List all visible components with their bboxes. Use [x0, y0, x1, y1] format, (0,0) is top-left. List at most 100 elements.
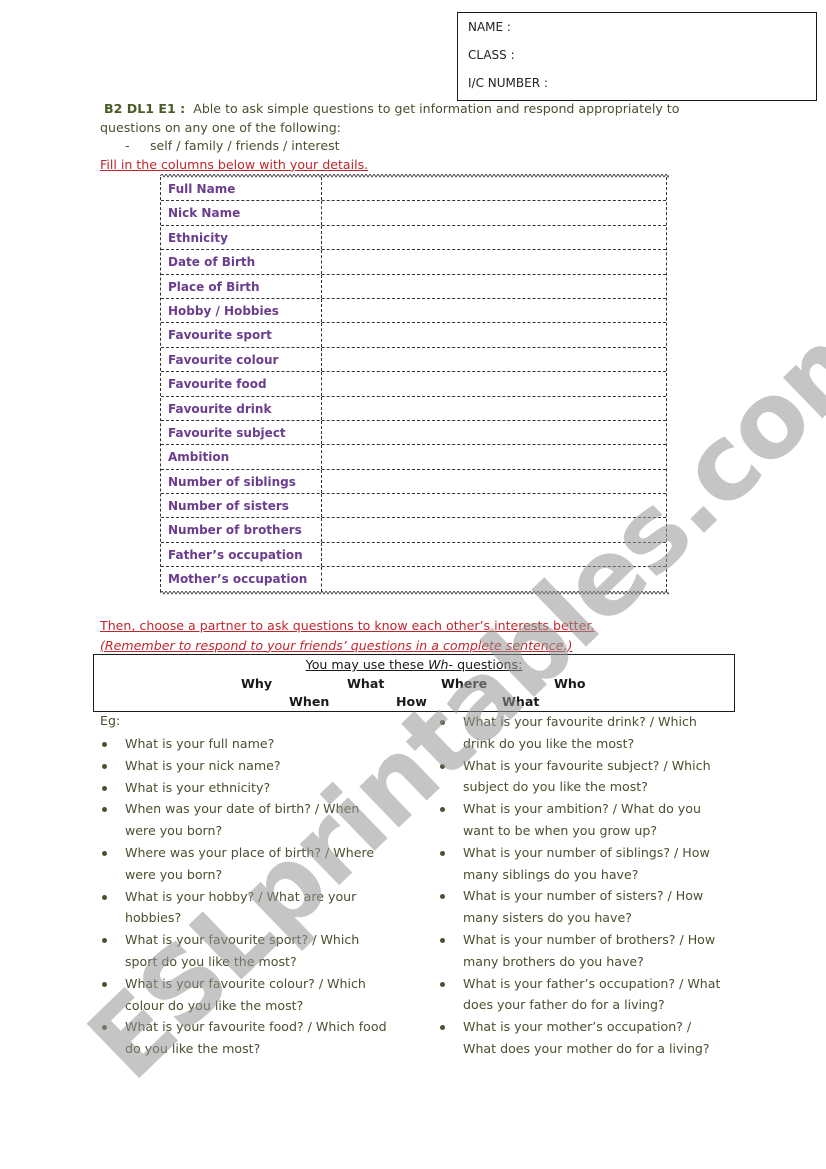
objective-text: B2 DL1 E1 : Able to ask simple questions… [100, 100, 730, 137]
details-row: Ethnicity [161, 225, 666, 251]
bullet-icon [102, 742, 107, 747]
class-field[interactable]: CLASS : [468, 47, 806, 75]
details-row: Father’s occupation [161, 542, 666, 568]
ic-number-label: I/C NUMBER : [468, 76, 548, 90]
wh-word-who: Who [554, 676, 586, 691]
bullet-icon [440, 981, 445, 987]
details-row: Ambition [161, 445, 666, 470]
details-row-input[interactable] [322, 470, 666, 493]
ic-number-field[interactable]: I/C NUMBER : [468, 75, 806, 103]
details-row-input[interactable] [322, 275, 666, 298]
example-question: What is your full name? [100, 733, 390, 755]
details-row-input[interactable] [322, 421, 666, 444]
details-row-input[interactable] [322, 494, 666, 517]
bullet-icon [440, 894, 445, 900]
example-label: Eg: [100, 713, 121, 728]
details-row-label: Hobby / Hobbies [161, 298, 322, 323]
bullet-icon [102, 1025, 107, 1031]
example-question: When was your date of birth? / When were… [100, 798, 390, 842]
partner-instructions: Then, choose a partner to ask questions … [100, 616, 594, 655]
details-row: Hobby / Hobbies [161, 298, 666, 324]
example-question: What is your hobby? / What are your hobb… [100, 886, 390, 930]
example-question: What is your nick name? [100, 755, 390, 777]
details-row-input[interactable] [322, 567, 666, 591]
example-question: What is your father’s occupation? / What… [438, 973, 728, 1017]
details-row: Favourite sport [161, 323, 666, 348]
example-question: What is your ethnicity? [100, 777, 390, 799]
details-row: Favourite colour [161, 347, 666, 373]
example-question-text: What is your favourite drink? / Which dr… [463, 714, 697, 751]
wh-word-why: Why [241, 676, 273, 691]
bullet-icon [102, 894, 107, 900]
details-row: Place of Birth [161, 274, 666, 299]
name-field[interactable]: NAME : [468, 19, 806, 47]
example-question: What is your favourite sport? / Which sp… [100, 929, 390, 973]
details-row-input[interactable] [322, 177, 666, 200]
details-row-input[interactable] [322, 543, 666, 566]
details-table: Full Name Nick Name Ethnicity Date of Birth… [160, 174, 669, 595]
details-row-input[interactable] [322, 201, 666, 224]
details-row-input[interactable] [322, 226, 666, 249]
wavy-border-top [160, 174, 669, 178]
bullet-icon [102, 850, 107, 856]
bullet-icon [440, 763, 445, 769]
details-row-label: Nick Name [161, 201, 322, 225]
details-row: Favourite food [161, 372, 666, 397]
details-row-label: Favourite sport [161, 323, 322, 347]
example-questions-left: What is your full name? What is your nick… [100, 733, 390, 1060]
example-question: What is your ambition? / What do you wan… [438, 798, 728, 842]
details-row-label: Favourite food [161, 372, 322, 396]
example-question-text: What is your favourite food? / Which foo… [125, 1019, 387, 1057]
bullet-icon [440, 720, 445, 725]
details-row-label: Date of Birth [161, 250, 322, 274]
objective-description: Able to ask simple questions to get info… [100, 101, 680, 135]
partner-instruction-line: Then, choose a partner to ask questions … [100, 618, 595, 633]
details-row-input[interactable] [322, 372, 666, 395]
example-question-text: What is your full name? [125, 736, 275, 751]
bullet-icon [102, 981, 107, 987]
details-row: Mother’s occupation [161, 567, 666, 592]
details-row-input[interactable] [322, 250, 666, 273]
example-question-text: What is your father’s occupation? / What… [463, 975, 721, 1013]
example-question-text: What is your favourite subject? / Which … [463, 757, 711, 795]
bullet-icon [440, 937, 445, 943]
details-row-input[interactable] [322, 323, 666, 346]
example-question: What is your favourite colour? / Which c… [100, 973, 390, 1017]
example-question-text: What is your nick name? [125, 757, 281, 773]
worksheet-page: NAME : CLASS : I/C NUMBER : B2 DL1 E1 : … [0, 0, 826, 1169]
example-question: What is your favourite food? / Which foo… [100, 1016, 390, 1060]
details-row: Date of Birth [161, 250, 666, 275]
example-question: What is your mother’s occupation? / What… [438, 1016, 728, 1060]
dash-bullet: - [125, 138, 130, 153]
details-row-input[interactable] [322, 445, 666, 468]
details-row-label: Ethnicity [161, 225, 322, 250]
wh-word-when: When [289, 694, 330, 709]
class-label: CLASS : [468, 48, 515, 62]
objective-code: B2 DL1 E1 : [104, 101, 186, 116]
details-row: Number of brothers [161, 518, 666, 543]
wh-questions-box: You may use these Wh- questions: Why Wha… [93, 654, 735, 712]
example-question-text: What is your favourite sport? / Which sp… [125, 932, 360, 969]
details-row-label: Favourite colour [161, 347, 322, 372]
bullet-icon [102, 807, 107, 813]
details-row-input[interactable] [322, 348, 666, 371]
details-row-input[interactable] [322, 518, 666, 541]
fill-instruction: Fill in the columns below with your deta… [100, 156, 369, 172]
details-row: Nick Name [161, 201, 666, 226]
example-question-text: When was your date of birth? / When were… [125, 801, 360, 839]
example-question: Where was your place of birth? / Where w… [100, 842, 390, 886]
example-question-text: What is your hobby? / What are your hobb… [125, 888, 357, 926]
bullet-icon [102, 763, 107, 769]
details-row: Number of siblings [161, 469, 666, 495]
example-question-text: What is your ethnicity? [125, 779, 271, 795]
details-row-label: Full Name [161, 177, 322, 201]
example-question: What is your number of siblings? / How m… [438, 842, 728, 886]
respond-reminder-line: (Remember to respond to your friends’ qu… [100, 637, 573, 653]
topics-line: - self / family / friends / interest [100, 137, 730, 156]
intro-section: B2 DL1 E1 : Able to ask simple questions… [100, 100, 730, 174]
details-row-input[interactable] [322, 299, 666, 322]
example-question-text: What is your ambition? / What do you wan… [463, 801, 701, 838]
details-row-input[interactable] [322, 397, 666, 420]
details-row-label: Favourite subject [161, 420, 322, 445]
details-row-label: Ambition [161, 445, 322, 469]
